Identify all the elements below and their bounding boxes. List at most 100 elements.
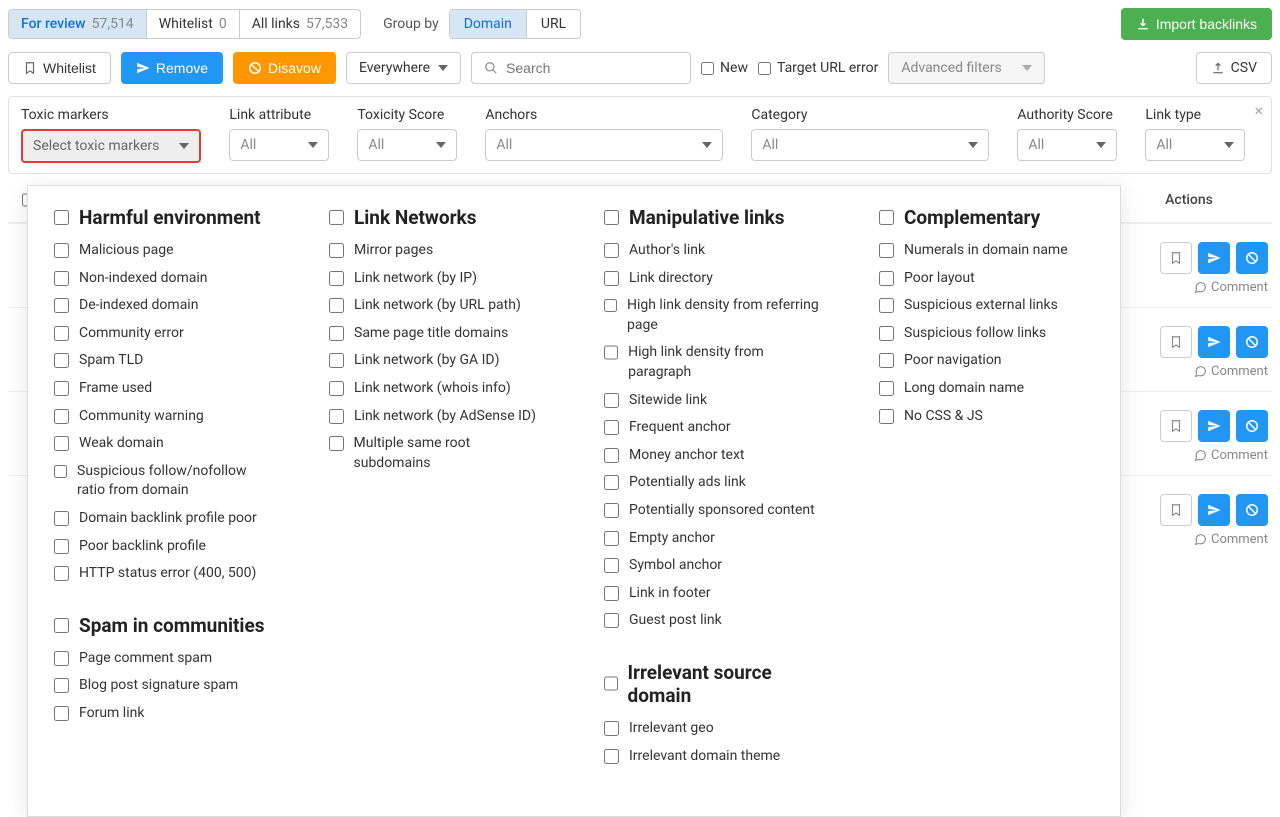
item-checkbox[interactable] xyxy=(604,558,619,573)
dropdown-item[interactable]: Domain backlink profile poor xyxy=(54,509,269,529)
item-checkbox[interactable] xyxy=(604,271,619,286)
authority-score-select[interactable]: All xyxy=(1017,129,1117,161)
dropdown-item[interactable]: De-indexed domain xyxy=(54,296,269,316)
comment-button[interactable]: Comment xyxy=(1194,364,1268,379)
dropdown-item[interactable]: Mirror pages xyxy=(329,241,544,261)
dropdown-item[interactable]: Empty anchor xyxy=(604,529,819,549)
whitelist-button[interactable]: Whitelist xyxy=(8,52,111,84)
dropdown-item[interactable]: Frequent anchor xyxy=(604,418,819,438)
item-checkbox[interactable] xyxy=(54,409,69,424)
item-checkbox[interactable] xyxy=(604,345,618,360)
new-checkbox[interactable]: New xyxy=(701,60,748,76)
item-checkbox[interactable] xyxy=(54,706,69,721)
item-checkbox[interactable] xyxy=(54,298,69,313)
item-checkbox[interactable] xyxy=(604,475,619,490)
item-checkbox[interactable] xyxy=(604,243,619,258)
item-checkbox[interactable] xyxy=(329,409,344,424)
dropdown-item[interactable]: Spam TLD xyxy=(54,351,269,371)
whitelist-row-button[interactable] xyxy=(1160,242,1192,274)
item-checkbox[interactable] xyxy=(54,436,69,451)
dropdown-item[interactable]: Community error xyxy=(54,324,269,344)
dropdown-item[interactable]: Blog post signature spam xyxy=(54,676,269,696)
dropdown-item[interactable]: Numerals in domain name xyxy=(879,241,1094,261)
dropdown-item[interactable]: Link network (by AdSense ID) xyxy=(329,407,544,427)
item-checkbox[interactable] xyxy=(54,381,69,396)
dropdown-item[interactable]: Page comment spam xyxy=(54,649,269,669)
csv-export-button[interactable]: CSV xyxy=(1196,52,1272,84)
item-checkbox[interactable] xyxy=(54,243,69,258)
comment-button[interactable]: Comment xyxy=(1194,448,1268,463)
dropdown-item[interactable]: Malicious page xyxy=(54,241,269,261)
item-checkbox[interactable] xyxy=(879,298,894,313)
dropdown-item[interactable]: Potentially ads link xyxy=(604,473,819,493)
dropdown-item[interactable]: HTTP status error (400, 500) xyxy=(54,564,269,584)
section-checkbox[interactable] xyxy=(329,210,344,225)
item-checkbox[interactable] xyxy=(54,353,69,368)
dropdown-item[interactable]: Link network (by GA ID) xyxy=(329,351,544,371)
dropdown-item[interactable]: Money anchor text xyxy=(604,446,819,466)
link-type-select[interactable]: All xyxy=(1145,129,1245,161)
dropdown-item[interactable]: Symbol anchor xyxy=(604,556,819,576)
item-checkbox[interactable] xyxy=(604,420,619,435)
dropdown-item[interactable]: Link in footer xyxy=(604,584,819,604)
item-checkbox[interactable] xyxy=(329,381,344,396)
comment-button[interactable]: Comment xyxy=(1194,532,1268,547)
dropdown-item[interactable]: Multiple same root subdomains xyxy=(329,434,544,473)
remove-row-button[interactable] xyxy=(1198,326,1230,358)
item-checkbox[interactable] xyxy=(329,271,344,286)
item-checkbox[interactable] xyxy=(879,409,894,424)
dropdown-item[interactable]: Poor backlink profile xyxy=(54,537,269,557)
remove-row-button[interactable] xyxy=(1198,494,1230,526)
dropdown-item[interactable]: Weak domain xyxy=(54,434,269,454)
groupby-url[interactable]: URL xyxy=(527,10,580,38)
dropdown-item[interactable]: Poor layout xyxy=(879,269,1094,289)
item-checkbox[interactable] xyxy=(54,464,67,479)
item-checkbox[interactable] xyxy=(879,326,894,341)
dropdown-item[interactable]: Forum link xyxy=(54,704,269,724)
section-checkbox[interactable] xyxy=(604,676,618,691)
import-backlinks-button[interactable]: Import backlinks xyxy=(1121,8,1272,40)
item-checkbox[interactable] xyxy=(879,381,894,396)
dropdown-item[interactable]: Poor navigation xyxy=(879,351,1094,371)
item-checkbox[interactable] xyxy=(604,298,617,313)
dropdown-item[interactable]: High link density from paragraph xyxy=(604,343,819,382)
item-checkbox[interactable] xyxy=(604,531,619,546)
dropdown-item[interactable]: Potentially sponsored content xyxy=(604,501,819,521)
scope-select[interactable]: Everywhere xyxy=(346,52,461,84)
tab-all-links[interactable]: All links57,533 xyxy=(240,10,360,38)
anchors-select[interactable]: All xyxy=(485,129,723,161)
target-url-error-input[interactable] xyxy=(758,62,771,75)
item-checkbox[interactable] xyxy=(604,448,619,463)
whitelist-row-button[interactable] xyxy=(1160,410,1192,442)
toxicity-score-select[interactable]: All xyxy=(357,129,457,161)
item-checkbox[interactable] xyxy=(604,503,619,518)
search-box[interactable] xyxy=(471,52,691,84)
item-checkbox[interactable] xyxy=(54,539,69,554)
item-checkbox[interactable] xyxy=(329,243,344,258)
disavow-button[interactable]: Disavow xyxy=(233,52,336,84)
disavow-row-button[interactable] xyxy=(1236,494,1268,526)
tab-whitelist[interactable]: Whitelist0 xyxy=(147,10,240,38)
dropdown-item[interactable]: Link directory xyxy=(604,269,819,289)
remove-row-button[interactable] xyxy=(1198,410,1230,442)
item-checkbox[interactable] xyxy=(329,298,344,313)
section-checkbox[interactable] xyxy=(879,210,894,225)
dropdown-item[interactable]: Community warning xyxy=(54,407,269,427)
dropdown-item[interactable]: Non-indexed domain xyxy=(54,269,269,289)
disavow-row-button[interactable] xyxy=(1236,242,1268,274)
remove-button[interactable]: Remove xyxy=(121,52,223,84)
advanced-filters-button[interactable]: Advanced filters xyxy=(888,52,1044,84)
toxic-markers-select[interactable]: Select toxic markers xyxy=(21,129,201,163)
dropdown-item[interactable]: Frame used xyxy=(54,379,269,399)
item-checkbox[interactable] xyxy=(604,721,619,736)
dropdown-item[interactable]: Suspicious external links xyxy=(879,296,1094,316)
disavow-row-button[interactable] xyxy=(1236,326,1268,358)
dropdown-item[interactable]: High link density from referring page xyxy=(604,296,819,335)
item-checkbox[interactable] xyxy=(54,271,69,286)
new-checkbox-input[interactable] xyxy=(701,62,714,75)
whitelist-row-button[interactable] xyxy=(1160,494,1192,526)
dropdown-item[interactable]: Suspicious follow links xyxy=(879,324,1094,344)
item-checkbox[interactable] xyxy=(54,651,69,666)
item-checkbox[interactable] xyxy=(879,271,894,286)
whitelist-row-button[interactable] xyxy=(1160,326,1192,358)
